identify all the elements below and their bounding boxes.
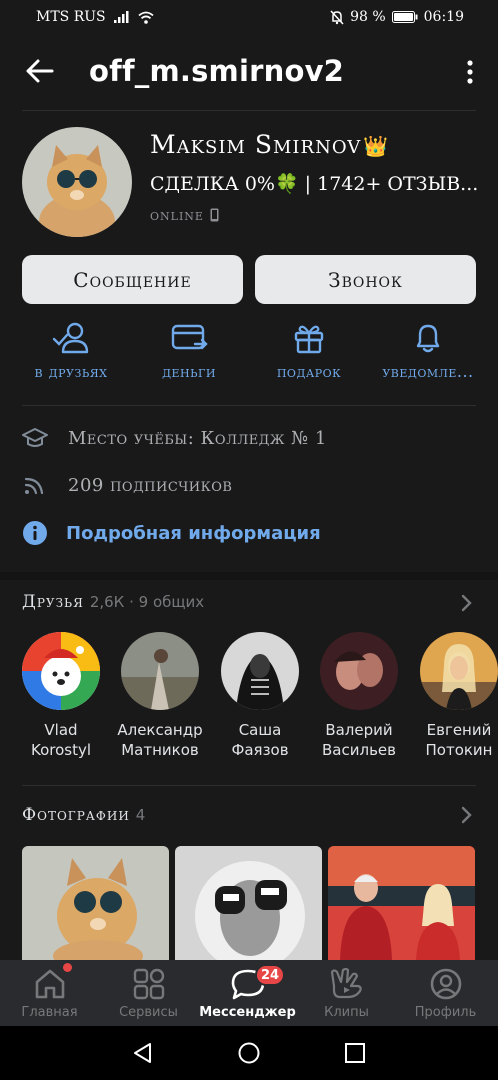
photo-thumbnail[interactable]: [22, 846, 169, 960]
action-money-label: деньги: [162, 362, 216, 381]
clips-icon: [330, 968, 362, 999]
friend-item[interactable]: Евгений Потокин: [409, 632, 498, 760]
username-title: off_m.smirnov2: [89, 54, 345, 88]
home-notification-dot: [63, 963, 72, 972]
signal-icon: [113, 11, 129, 23]
friends-check-icon: [52, 322, 89, 354]
education-row: Место учёбы: Колледж № 1: [22, 426, 327, 450]
section-spacer: [0, 572, 498, 580]
details-row[interactable]: Подробная информация: [22, 520, 321, 546]
back-arrow-icon[interactable]: [24, 56, 54, 86]
more-options-icon[interactable]: [464, 58, 476, 88]
profile-status: СДЕЛКА 0%🍀 | 1742+ ОТЗЫВ...: [150, 173, 479, 195]
action-friends[interactable]: в друзьях: [9, 322, 133, 381]
details-link[interactable]: Подробная информация: [66, 523, 321, 544]
rss-followers-icon: [24, 477, 44, 495]
photos-count: 4: [135, 806, 146, 824]
carrier-label: MTS RUS: [36, 9, 106, 25]
header-divider: [22, 110, 476, 111]
friend-avatar: [420, 632, 498, 710]
actions-divider: [22, 405, 476, 406]
friend-item[interactable]: Александр Матников: [110, 632, 210, 760]
friends-chevron-icon[interactable]: [460, 594, 472, 612]
friend-avatar: [121, 632, 199, 710]
money-transfer-icon: [171, 324, 208, 350]
photos-section-title[interactable]: Фотографии 4: [22, 805, 145, 825]
action-friends-label: в друзьях: [34, 362, 108, 381]
tab-profile[interactable]: Профиль: [396, 960, 495, 1026]
friend-avatar: [320, 632, 398, 710]
bell-icon: [416, 324, 440, 353]
nav-back-icon[interactable]: [132, 1042, 154, 1064]
bottom-tab-bar: Главная Сервисы Мессенджер Клипы Профиль: [0, 960, 498, 1026]
friend-name: Vlad Korostyl: [30, 721, 92, 759]
message-button[interactable]: Сообщение: [22, 255, 243, 304]
messenger-unread-badge: 24: [255, 964, 286, 986]
profile-icon: [430, 968, 461, 1000]
action-gift[interactable]: подарок: [247, 322, 371, 381]
action-money[interactable]: деньги: [127, 322, 251, 381]
clock: 06:19: [423, 9, 464, 25]
photos-chevron-icon[interactable]: [460, 806, 472, 824]
action-notifications[interactable]: уведомле...: [366, 322, 490, 381]
action-notifications-label: уведомле...: [382, 362, 474, 381]
status-bar: MTS RUS 98 % 06:19: [0, 0, 498, 36]
nav-recents-icon[interactable]: [344, 1042, 366, 1064]
tab-clips[interactable]: Клипы: [297, 960, 396, 1026]
friends-divider: [22, 785, 476, 786]
info-icon: [23, 521, 47, 545]
services-icon: [133, 968, 164, 1000]
profile-name: Maksim Smirnov 👑: [150, 130, 390, 159]
friend-name: Евгений Потокин: [425, 721, 493, 759]
photo-thumbnail[interactable]: [175, 846, 322, 960]
wifi-icon: [138, 11, 154, 24]
battery-icon: [391, 11, 418, 23]
tab-profile-label: Профиль: [414, 1005, 477, 1020]
tab-home-label: Главная: [21, 1005, 78, 1020]
tab-services[interactable]: Сервисы: [99, 960, 198, 1026]
nav-home-icon[interactable]: [238, 1042, 260, 1064]
tab-messenger-label: Мессенджер: [199, 1005, 296, 1020]
followers-row[interactable]: 209 подписчиков: [22, 473, 232, 497]
home-icon: [35, 969, 64, 999]
tab-clips-label: Клипы: [324, 1005, 369, 1020]
friend-item[interactable]: Саша Фаязов: [210, 632, 310, 760]
crown-emoji: 👑: [363, 134, 390, 158]
graduation-cap-icon: [22, 428, 48, 447]
mobile-phone-icon: [210, 208, 219, 222]
followers-text: 209 подписчиков: [68, 474, 233, 496]
friend-item[interactable]: Vlad Korostyl: [11, 632, 111, 760]
profile-header: off_m.smirnov2: [0, 50, 498, 96]
friends-section-title[interactable]: Друзья 2,6К · 9 общих: [22, 592, 204, 612]
tab-home[interactable]: Главная: [0, 960, 99, 1026]
action-gift-label: подарок: [276, 362, 342, 381]
battery-percent: 98 %: [350, 9, 386, 25]
friend-avatar: [221, 632, 299, 710]
friend-name: Валерий Васильев: [322, 721, 396, 759]
system-navigation-bar: [0, 1026, 498, 1080]
friend-item[interactable]: Валерий Васильев: [309, 632, 409, 760]
mute-bell-icon: [330, 9, 344, 25]
gift-icon: [294, 325, 324, 354]
photo-thumbnail[interactable]: [328, 846, 475, 960]
friend-name: Саша Фаязов: [231, 721, 289, 759]
call-button[interactable]: Звонок: [255, 255, 476, 304]
friend-avatar: [22, 632, 100, 710]
education-text: Место учёбы: Колледж № 1: [68, 427, 327, 449]
profile-avatar[interactable]: [22, 127, 132, 237]
friends-count: 2,6К · 9 общих: [89, 593, 205, 611]
friend-name: Александр Матников: [117, 721, 203, 759]
tab-services-label: Сервисы: [119, 1005, 178, 1020]
online-indicator: online: [150, 206, 219, 224]
